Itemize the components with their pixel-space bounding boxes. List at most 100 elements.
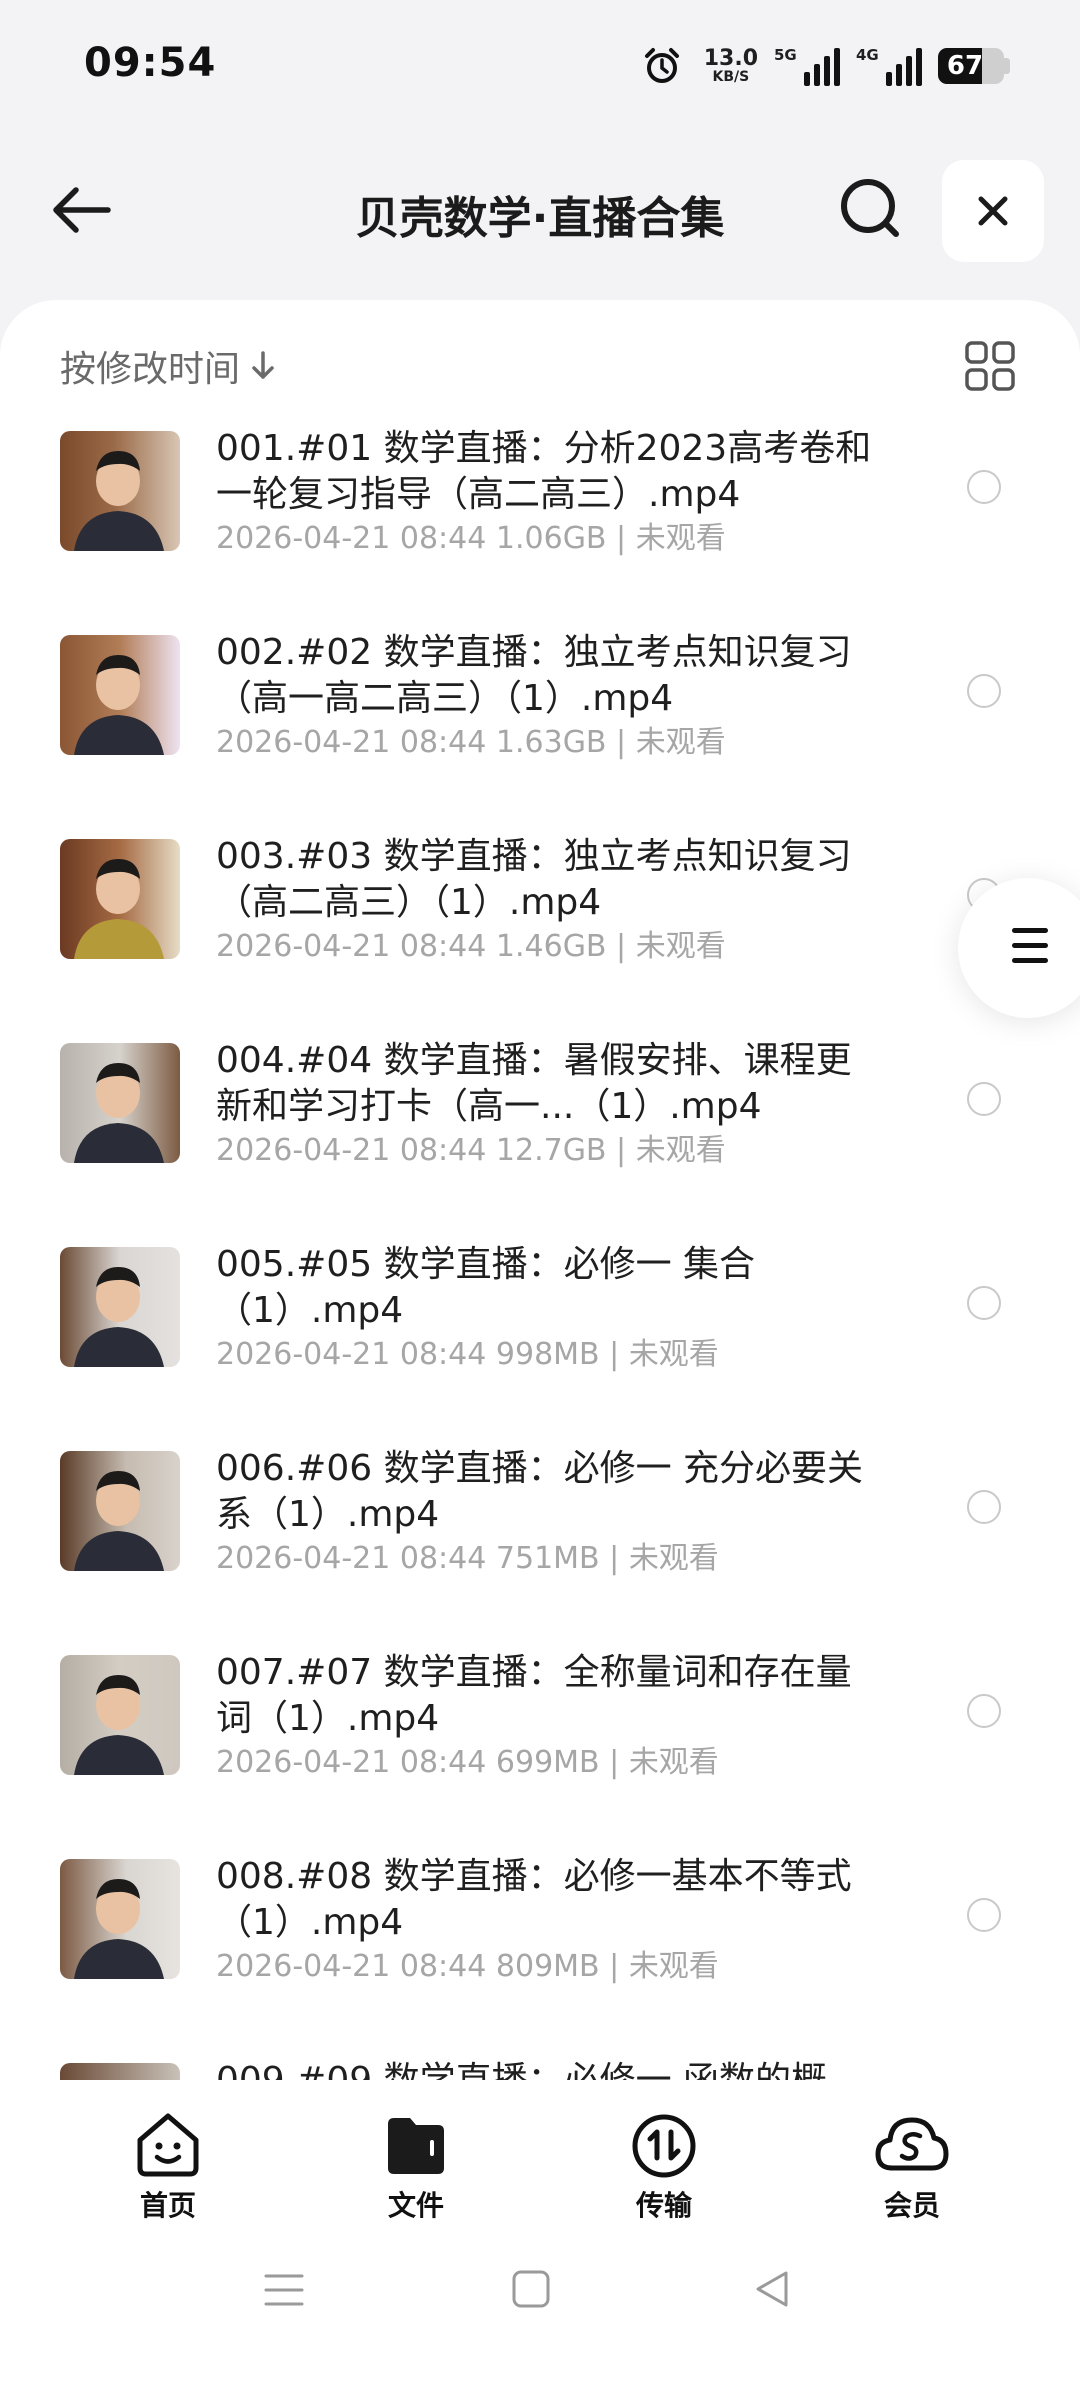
grid-view-button[interactable] [964,340,1016,392]
status-time: 09:54 [84,40,217,86]
status-bar: 09:54 13.0 KB/S 5G 4G 67 [0,0,1080,130]
home-square-icon[interactable] [510,2268,552,2310]
signal-5g-icon: 5G [774,46,840,86]
person-figure-icon [74,1675,164,1775]
file-list-item[interactable]: 005.#05 数学直播：必修一 集合（1）.mp4 2026-04-21 08:… [0,1242,1080,1446]
video-thumbnail [60,431,180,551]
file-list-item[interactable]: 009.#09 数学直播：必修一 函数的概 [0,2058,1080,2080]
search-icon [841,179,899,237]
close-button[interactable] [942,160,1044,262]
file-list-item[interactable]: 002.#02 数学直播：独立考点知识复习（高一高二高三）（1）.mp4 2026… [0,630,1080,834]
folder-icon [388,2118,444,2174]
nav-item-home[interactable]: 首页 [98,2110,238,2224]
watch-status: 未观看 [628,1337,719,1372]
watch-status: 未观看 [628,1541,719,1576]
smiley-home-icon [137,2113,199,2177]
signal-5g-tag: 5G [774,46,797,64]
file-name: 001.#01 数学直播：分析2023高考卷和一轮复习指导（高二高三）.mp4 [216,428,872,515]
file-meta: 2026-04-21 08:44 751MB | 未观看 [216,1538,719,1580]
file-date: 2026-04-21 08:44 [216,725,487,760]
close-icon [978,196,1008,226]
file-meta: 2026-04-21 08:44 1.46GB | 未观看 [216,926,726,968]
file-date: 2026-04-21 08:44 [216,1541,487,1576]
file-list-item[interactable]: 008.#08 数学直播：必修一基本不等式（1）.mp4 2026-04-21 0… [0,1854,1080,2058]
file-date: 2026-04-21 08:44 [216,929,487,964]
select-radio[interactable] [967,1286,1001,1320]
video-thumbnail [60,1043,180,1163]
meta-divider: | [606,521,636,556]
person-figure-icon [74,859,164,959]
person-figure-icon [74,1879,164,1979]
watch-status: 未观看 [635,521,726,556]
meta-divider: | [606,1133,636,1168]
status-icons: 13.0 KB/S 5G 4G 67 [642,42,1010,90]
file-name: 002.#02 数学直播：独立考点知识复习（高一高二高三）（1）.mp4 [216,632,852,719]
meta-divider: | [606,725,636,760]
video-thumbnail [60,1247,180,1367]
file-date: 2026-04-21 08:44 [216,1745,487,1780]
file-size: 1.63GB [495,725,607,760]
network-speed-unit: KB/S [712,69,750,85]
person-figure-icon [60,2063,180,2080]
sort-label: 按修改时间 [60,349,241,390]
app-header: 贝壳数学·直播合集 [0,150,1080,270]
select-radio[interactable] [967,1694,1001,1728]
select-radio[interactable] [967,1490,1001,1524]
nav-item-files[interactable]: 文件 [346,2110,486,2224]
recent-apps-icon[interactable] [262,2270,306,2310]
person-figure-icon [74,451,164,551]
file-date: 2026-04-21 08:44 [216,1949,487,1984]
file-list-item[interactable]: 001.#01 数学直播：分析2023高考卷和一轮复习指导（高二高三）.mp4 2… [0,426,1080,630]
signal-4g-icon: 4G [856,46,922,86]
person-figure-icon [74,1471,164,1571]
watch-status: 未观看 [635,1133,726,1168]
alarm-clock-icon [642,46,682,86]
meta-divider: | [599,1745,629,1780]
file-date: 2026-04-21 08:44 [216,521,487,556]
video-thumbnail [60,1451,180,1571]
person-figure-icon [74,1267,164,1367]
nav-item-transfer[interactable]: 传输 [594,2110,734,2224]
select-radio[interactable] [967,470,1001,504]
watch-status: 未观看 [628,1745,719,1780]
grid-view-icon [965,341,1015,391]
file-size: 1.46GB [495,929,607,964]
network-speed-value: 13.0 [703,46,758,71]
select-radio[interactable] [967,674,1001,708]
back-triangle-icon[interactable] [752,2268,792,2310]
file-name: 003.#03 数学直播：独立考点知识复习（高二高三）（1）.mp4 [216,836,852,923]
bottom-navigation: 首页 文件 传输 会员 [0,2080,1080,2250]
search-button[interactable] [836,174,906,244]
video-thumbnail [60,1859,180,1979]
person-figure-icon [74,1063,164,1163]
nav-label-member: 会员 [883,2189,940,2222]
watch-status: 未观看 [635,929,726,964]
nav-label-files: 文件 [387,2189,444,2222]
video-thumbnail [60,635,180,755]
file-size: 12.7GB [495,1133,607,1168]
file-list-item[interactable]: 003.#03 数学直播：独立考点知识复习（高二高三）（1）.mp4 2026-0… [0,834,1080,1038]
file-meta: 2026-04-21 08:44 1.06GB | 未观看 [216,518,726,560]
file-list-item[interactable]: 006.#06 数学直播：必修一 充分必要关系（1）.mp4 2026-04-21… [0,1446,1080,1650]
video-thumbnail [60,2063,180,2080]
file-meta: 2026-04-21 08:44 12.7GB | 未观看 [216,1130,726,1172]
battery-icon: 67 [938,48,1010,84]
file-meta: 2026-04-21 08:44 809MB | 未观看 [216,1946,719,1988]
watch-status: 未观看 [635,725,726,760]
file-list-item[interactable]: 004.#04 数学直播：暑假安排、课程更新和学习打卡（高一...（1）.mp4… [0,1038,1080,1242]
cloud-member-icon [875,2117,949,2171]
battery-level: 67 [946,51,984,81]
file-list-panel: 按修改时间 001.#01 数学直播：分析2023高考卷和一轮复习指导（高二高三… [0,300,1080,2080]
file-name: 007.#07 数学直播：全称量词和存在量词（1）.mp4 [216,1652,852,1739]
video-thumbnail [60,1655,180,1775]
file-date: 2026-04-21 08:44 [216,1337,487,1372]
select-radio[interactable] [967,1898,1001,1932]
signal-4g-tag: 4G [856,46,879,64]
select-radio[interactable] [967,1082,1001,1116]
nav-item-member[interactable]: 会员 [842,2110,982,2224]
video-thumbnail [60,839,180,959]
file-meta: 2026-04-21 08:44 998MB | 未观看 [216,1334,719,1376]
file-size: 751MB [495,1541,600,1576]
file-list-item[interactable]: 007.#07 数学直播：全称量词和存在量词（1）.mp4 2026-04-21 … [0,1650,1080,1854]
sort-selector[interactable]: 按修改时间 [60,340,276,392]
